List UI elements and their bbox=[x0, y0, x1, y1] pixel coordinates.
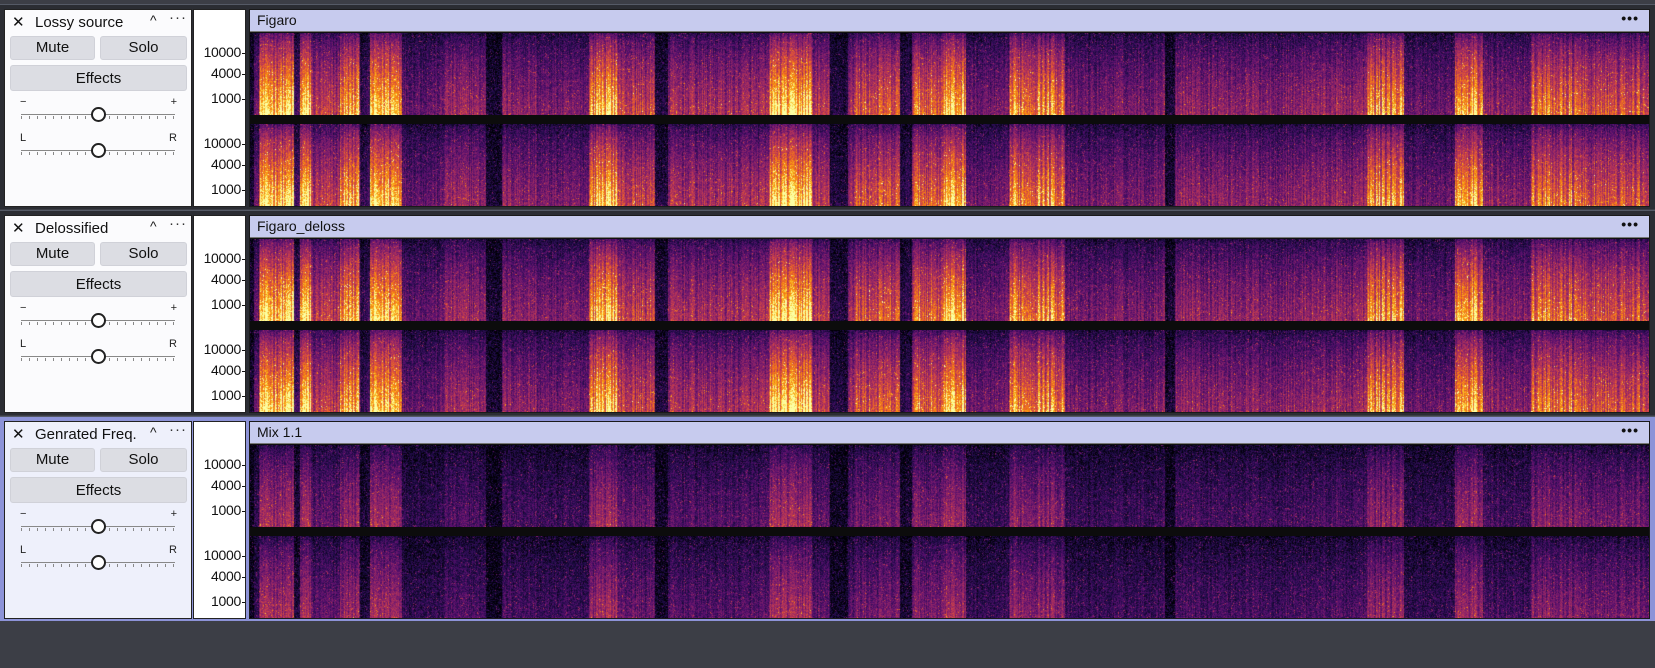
chevron-up-icon[interactable]: ^ bbox=[150, 12, 157, 28]
audio-clip[interactable]: Mix 1.1 ••• bbox=[249, 421, 1650, 619]
track-delossified[interactable]: ✕ Delossified ^ ··· Mute Solo Effects − … bbox=[0, 210, 1655, 415]
chevron-up-icon[interactable]: ^ bbox=[150, 424, 157, 440]
ruler-tick: 1000 bbox=[211, 296, 245, 312]
pan-right-label: R bbox=[169, 338, 177, 350]
track-control-panel: ✕ Delossified ^ ··· Mute Solo Effects − … bbox=[4, 215, 192, 413]
gain-knob[interactable] bbox=[90, 107, 106, 122]
ruler-tick: 4000 bbox=[211, 156, 245, 172]
spectrogram-left-channel[interactable] bbox=[250, 445, 1649, 527]
track-name[interactable]: Lossy source bbox=[35, 14, 153, 31]
more-icon[interactable]: ••• bbox=[1621, 216, 1639, 232]
ruler-tick: 1000 bbox=[211, 593, 245, 609]
more-icon[interactable]: ··· bbox=[169, 421, 187, 438]
track-name[interactable]: Delossified bbox=[35, 220, 153, 237]
frequency-ruler: 10000 4000 1000 10000 4000 1000 bbox=[193, 421, 246, 619]
audio-editor: ✕ Lossy source ^ ··· Mute Solo Effects −… bbox=[0, 0, 1655, 668]
pan-knob[interactable] bbox=[90, 349, 106, 364]
mute-button[interactable]: Mute bbox=[10, 448, 95, 472]
more-icon[interactable]: ··· bbox=[169, 215, 187, 232]
spectrogram-right-channel[interactable] bbox=[250, 124, 1649, 206]
pan-slider[interactable]: L R bbox=[17, 132, 179, 161]
ruler-tick: 10000 bbox=[203, 547, 246, 563]
solo-button[interactable]: Solo bbox=[100, 36, 187, 60]
audio-clip[interactable]: Figaro_deloss ••• bbox=[249, 215, 1650, 413]
spectrogram-left-channel[interactable] bbox=[250, 33, 1649, 115]
pan-left-label: L bbox=[20, 338, 27, 350]
frequency-ruler: 10000 4000 1000 10000 4000 1000 bbox=[193, 9, 246, 207]
more-icon[interactable]: ··· bbox=[169, 9, 187, 26]
solo-button[interactable]: Solo bbox=[100, 242, 187, 266]
clip-name: Figaro bbox=[257, 12, 297, 28]
mute-button[interactable]: Mute bbox=[10, 242, 95, 266]
gain-minus-label: − bbox=[20, 508, 27, 520]
track-control-panel: ✕ Lossy source ^ ··· Mute Solo Effects −… bbox=[4, 9, 192, 207]
ruler-tick: 10000 bbox=[203, 135, 246, 151]
pan-left-label: L bbox=[20, 132, 27, 144]
clip-title-bar[interactable]: Figaro ••• bbox=[250, 10, 1649, 32]
ruler-tick: 10000 bbox=[203, 456, 246, 472]
effects-button[interactable]: Effects bbox=[10, 65, 187, 91]
effects-button[interactable]: Effects bbox=[10, 477, 187, 503]
ruler-tick: 1000 bbox=[211, 502, 245, 518]
gain-knob[interactable] bbox=[90, 313, 106, 328]
spectrogram-left-channel[interactable] bbox=[250, 239, 1649, 321]
frequency-ruler: 10000 4000 1000 10000 4000 1000 bbox=[193, 215, 246, 413]
gain-plus-label: + bbox=[170, 96, 177, 108]
channel-separator bbox=[250, 527, 1649, 536]
track-header: ✕ Delossified ^ ··· bbox=[5, 215, 193, 240]
pan-slider[interactable]: L R bbox=[17, 338, 179, 367]
pan-right-label: R bbox=[169, 544, 177, 556]
clip-title-bar[interactable]: Mix 1.1 ••• bbox=[250, 422, 1649, 444]
ruler-tick: 1000 bbox=[211, 90, 245, 106]
ruler-tick: 10000 bbox=[203, 250, 246, 266]
close-icon[interactable]: ✕ bbox=[12, 13, 25, 31]
channel-separator bbox=[250, 115, 1649, 124]
pan-knob[interactable] bbox=[90, 143, 106, 158]
more-icon[interactable]: ••• bbox=[1621, 422, 1639, 438]
clip-name: Figaro_deloss bbox=[257, 218, 345, 234]
track-lossy-source[interactable]: ✕ Lossy source ^ ··· Mute Solo Effects −… bbox=[0, 4, 1655, 209]
ruler-tick: 4000 bbox=[211, 271, 245, 287]
gain-slider[interactable]: − + bbox=[17, 96, 179, 125]
gain-minus-label: − bbox=[20, 96, 27, 108]
spectrogram-right-channel[interactable] bbox=[250, 536, 1649, 618]
track-generated-freq[interactable]: ✕ Genrated Freq. ^ ··· Mute Solo Effects… bbox=[0, 416, 1655, 621]
spectrogram-right-channel[interactable] bbox=[250, 330, 1649, 412]
close-icon[interactable]: ✕ bbox=[12, 425, 25, 443]
pan-right-label: R bbox=[169, 132, 177, 144]
chevron-up-icon[interactable]: ^ bbox=[150, 218, 157, 234]
track-control-panel: ✕ Genrated Freq. ^ ··· Mute Solo Effects… bbox=[4, 421, 192, 619]
gain-plus-label: + bbox=[170, 508, 177, 520]
gain-slider[interactable]: − + bbox=[17, 508, 179, 537]
ruler-tick: 4000 bbox=[211, 568, 245, 584]
ruler-tick: 1000 bbox=[211, 387, 245, 403]
clip-name: Mix 1.1 bbox=[257, 424, 303, 440]
clip-title-bar[interactable]: Figaro_deloss ••• bbox=[250, 216, 1649, 238]
audio-clip[interactable]: Figaro ••• bbox=[249, 9, 1650, 207]
pan-slider[interactable]: L R bbox=[17, 544, 179, 573]
solo-button[interactable]: Solo bbox=[100, 448, 187, 472]
ruler-tick: 4000 bbox=[211, 362, 245, 378]
effects-button[interactable]: Effects bbox=[10, 271, 187, 297]
gain-plus-label: + bbox=[170, 302, 177, 314]
gain-minus-label: − bbox=[20, 302, 27, 314]
close-icon[interactable]: ✕ bbox=[12, 219, 25, 237]
track-header: ✕ Genrated Freq. ^ ··· bbox=[5, 421, 193, 446]
mute-button[interactable]: Mute bbox=[10, 36, 95, 60]
ruler-tick: 1000 bbox=[211, 181, 245, 197]
track-header: ✕ Lossy source ^ ··· bbox=[5, 9, 193, 34]
ruler-tick: 4000 bbox=[211, 65, 245, 81]
pan-left-label: L bbox=[20, 544, 27, 556]
ruler-tick: 10000 bbox=[203, 341, 246, 357]
ruler-tick: 4000 bbox=[211, 477, 245, 493]
more-icon[interactable]: ••• bbox=[1621, 10, 1639, 26]
track-name[interactable]: Genrated Freq. bbox=[35, 426, 153, 443]
gain-knob[interactable] bbox=[90, 519, 106, 534]
ruler-tick: 10000 bbox=[203, 44, 246, 60]
channel-separator bbox=[250, 321, 1649, 330]
pan-knob[interactable] bbox=[90, 555, 106, 570]
gain-slider[interactable]: − + bbox=[17, 302, 179, 331]
